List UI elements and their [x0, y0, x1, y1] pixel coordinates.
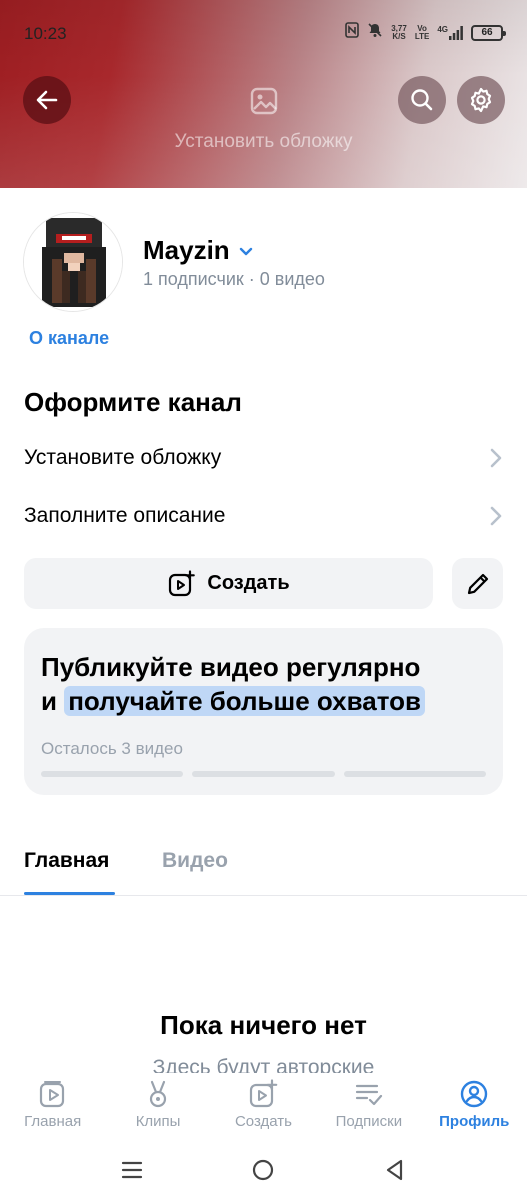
- active-tab-indicator: [24, 892, 115, 895]
- mute-bell-icon: [367, 22, 383, 43]
- channel-name-row[interactable]: Mayzin: [143, 235, 254, 266]
- about-channel-link[interactable]: О канале: [29, 328, 109, 349]
- set-cover-button[interactable]: Установить обложку: [0, 86, 527, 153]
- nav-item-create[interactable]: Создать: [211, 1079, 316, 1130]
- promo-remaining: Осталось 3 видео: [41, 739, 183, 758]
- progress-segment: [41, 771, 184, 777]
- gear-icon: [470, 87, 492, 113]
- system-nav-bar: [0, 1143, 527, 1200]
- triangle-back-icon: [386, 1159, 403, 1181]
- empty-state-title: Пока ничего нет: [160, 1010, 367, 1040]
- edit-channel-button[interactable]: [452, 558, 503, 609]
- setup-item-label: Установите обложку: [24, 446, 222, 469]
- chevron-right-icon: [490, 448, 502, 468]
- chevron-right-icon: [490, 506, 502, 526]
- chevron-down-icon: [239, 247, 252, 255]
- network-speed: 3,77 K/S: [391, 24, 407, 41]
- empty-state-subtitle: Здесь будут авторские: [152, 1056, 375, 1073]
- nav-label: Создать: [234, 1113, 292, 1130]
- tab-video[interactable]: Видео: [162, 849, 228, 873]
- clips-icon: [149, 1080, 167, 1108]
- nav-item-profile[interactable]: Профиль: [422, 1079, 527, 1130]
- search-icon: [411, 89, 433, 111]
- status-bar: 10:23 3,77 K/S Vo LTE 4G 66: [0, 0, 527, 64]
- create-button-label: Создать: [207, 572, 290, 594]
- system-home-button[interactable]: [251, 1158, 275, 1187]
- promo-progress: [41, 771, 486, 777]
- channel-avatar[interactable]: [23, 212, 123, 312]
- channel-stats: 1 подписчик · 0 видео: [143, 269, 325, 289]
- status-time: 10:23: [24, 24, 67, 43]
- nav-item-subscriptions[interactable]: Подписки: [316, 1079, 421, 1130]
- settings-button[interactable]: [457, 76, 505, 124]
- play-square-icon: [39, 1081, 64, 1108]
- nfc-icon: [345, 22, 360, 43]
- promo-title: Публикуйте видео регулярно и получайте б…: [41, 650, 425, 718]
- status-icons: 3,77 K/S Vo LTE 4G 66: [345, 22, 506, 43]
- promo-card: Публикуйте видео регулярно и получайте б…: [24, 628, 503, 795]
- channel-tabs: Главная Видео: [0, 836, 527, 896]
- promo-title-highlight: получайте больше охватов: [64, 686, 425, 716]
- nav-item-home[interactable]: Главная: [0, 1079, 105, 1130]
- battery-indicator: 66: [471, 24, 506, 41]
- volte-bottom: LTE: [414, 31, 430, 41]
- nav-label: Подписки: [335, 1113, 403, 1130]
- channel-name: Mayzin: [143, 235, 230, 265]
- image-icon: [250, 87, 277, 115]
- progress-segment: [343, 771, 486, 777]
- network-speed-unit: K/S: [392, 31, 406, 41]
- bottom-nav: Главная Клипы Создать Подписки Профиль: [0, 1073, 527, 1143]
- nav-label: Клипы: [135, 1113, 181, 1130]
- setup-section-title: Оформите канал: [24, 387, 242, 417]
- home-circle-icon: [252, 1159, 274, 1181]
- volte-indicator: Vo LTE: [414, 24, 430, 41]
- progress-segment: [192, 771, 335, 777]
- nav-item-clips[interactable]: Клипы: [106, 1079, 211, 1130]
- add-video-icon: [250, 1079, 278, 1108]
- profile-icon: [461, 1080, 488, 1108]
- menu-icon: [121, 1161, 143, 1179]
- nav-label: Профиль: [439, 1113, 510, 1130]
- pencil-icon: [467, 573, 488, 594]
- search-button[interactable]: [398, 76, 446, 124]
- setup-item-label: Заполните описание: [24, 504, 226, 527]
- setup-item-cover[interactable]: Установите обложку: [0, 430, 527, 486]
- promo-title-line1: Публикуйте видео регулярно: [41, 652, 421, 682]
- system-menu-button[interactable]: [120, 1158, 144, 1187]
- setup-item-description[interactable]: Заполните описание: [0, 488, 527, 544]
- promo-title-prefix: и: [41, 686, 57, 716]
- system-back-button[interactable]: [383, 1158, 407, 1187]
- nav-label: Главная: [24, 1113, 82, 1130]
- network-type: 4G: [437, 24, 448, 34]
- tab-main[interactable]: Главная: [24, 849, 109, 873]
- subscriptions-icon: [355, 1084, 382, 1106]
- create-button[interactable]: Создать: [24, 558, 433, 609]
- set-cover-label: Установить обложку: [174, 131, 353, 152]
- add-video-icon: [169, 569, 196, 596]
- signal-icon: 4G: [437, 24, 463, 40]
